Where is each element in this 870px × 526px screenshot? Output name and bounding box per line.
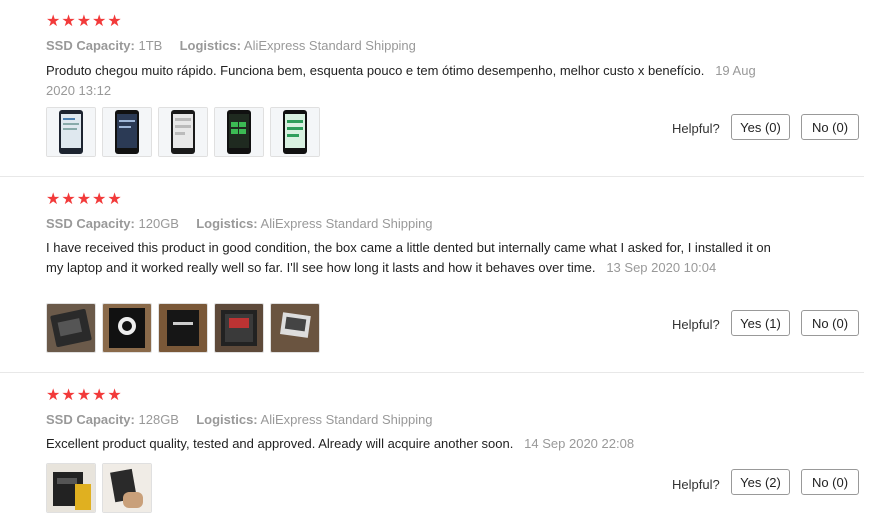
logistics-label: Logistics:: [179, 38, 241, 53]
capacity-label: SSD Capacity:: [46, 38, 135, 53]
logistics-value: AliExpress Standard Shipping: [260, 412, 433, 427]
review-photos: [46, 463, 152, 513]
review-photo[interactable]: [214, 107, 264, 157]
helpful-yes-button[interactable]: Yes (1): [731, 310, 790, 336]
review-meta: SSD Capacity: 120GB Logistics: AliExpres…: [46, 216, 433, 232]
review-meta: SSD Capacity: 1TB Logistics: AliExpress …: [46, 38, 416, 54]
capacity-value: 128GB: [138, 412, 179, 427]
review-body: Produto chegou muito rápido. Funciona be…: [46, 63, 705, 78]
review-photo[interactable]: [102, 463, 152, 513]
review-date: 14 Sep 2020 22:08: [524, 436, 635, 451]
logistics-label: Logistics:: [196, 216, 258, 231]
review-item: ★★★★★ SSD Capacity: 120GB Logistics: Ali…: [0, 176, 864, 372]
review-item: ★★★★★ SSD Capacity: 1TB Logistics: AliEx…: [0, 0, 864, 176]
review-photo[interactable]: [46, 303, 96, 353]
review-text: Excellent product quality, tested and ap…: [46, 434, 776, 454]
helpful-label: Helpful?: [672, 317, 720, 332]
capacity-label: SSD Capacity:: [46, 216, 135, 231]
review-date: 13 Sep 2020 10:04: [606, 260, 717, 275]
logistics-value: AliExpress Standard Shipping: [243, 38, 416, 53]
helpful-no-button[interactable]: No (0): [801, 469, 859, 495]
star-rating: ★★★★★: [46, 191, 123, 208]
review-photo[interactable]: [102, 303, 152, 353]
review-photo[interactable]: [214, 303, 264, 353]
helpful-no-button[interactable]: No (0): [801, 310, 859, 336]
review-text: I have received this product in good con…: [46, 238, 776, 278]
review-photo[interactable]: [270, 303, 320, 353]
helpful-yes-button[interactable]: Yes (2): [731, 469, 790, 495]
review-photo[interactable]: [270, 107, 320, 157]
review-photo[interactable]: [46, 107, 96, 157]
review-photo[interactable]: [46, 463, 96, 513]
capacity-value: 1TB: [138, 38, 163, 53]
review-meta: SSD Capacity: 128GB Logistics: AliExpres…: [46, 412, 433, 428]
logistics-value: AliExpress Standard Shipping: [260, 216, 433, 231]
helpful-label: Helpful?: [672, 477, 720, 492]
helpful-label: Helpful?: [672, 121, 720, 136]
helpful-yes-button[interactable]: Yes (0): [731, 114, 790, 140]
review-body: Excellent product quality, tested and ap…: [46, 436, 514, 451]
logistics-label: Logistics:: [196, 412, 258, 427]
capacity-value: 120GB: [138, 216, 179, 231]
review-item: ★★★★★ SSD Capacity: 128GB Logistics: Ali…: [0, 372, 864, 526]
review-photos: [46, 107, 320, 157]
star-rating: ★★★★★: [46, 387, 123, 404]
helpful-no-button[interactable]: No (0): [801, 114, 859, 140]
review-photo[interactable]: [158, 303, 208, 353]
review-photo[interactable]: [102, 107, 152, 157]
review-photos: [46, 303, 320, 353]
star-rating: ★★★★★: [46, 13, 123, 30]
review-text: Produto chegou muito rápido. Funciona be…: [46, 61, 776, 101]
review-photo[interactable]: [158, 107, 208, 157]
capacity-label: SSD Capacity:: [46, 412, 135, 427]
